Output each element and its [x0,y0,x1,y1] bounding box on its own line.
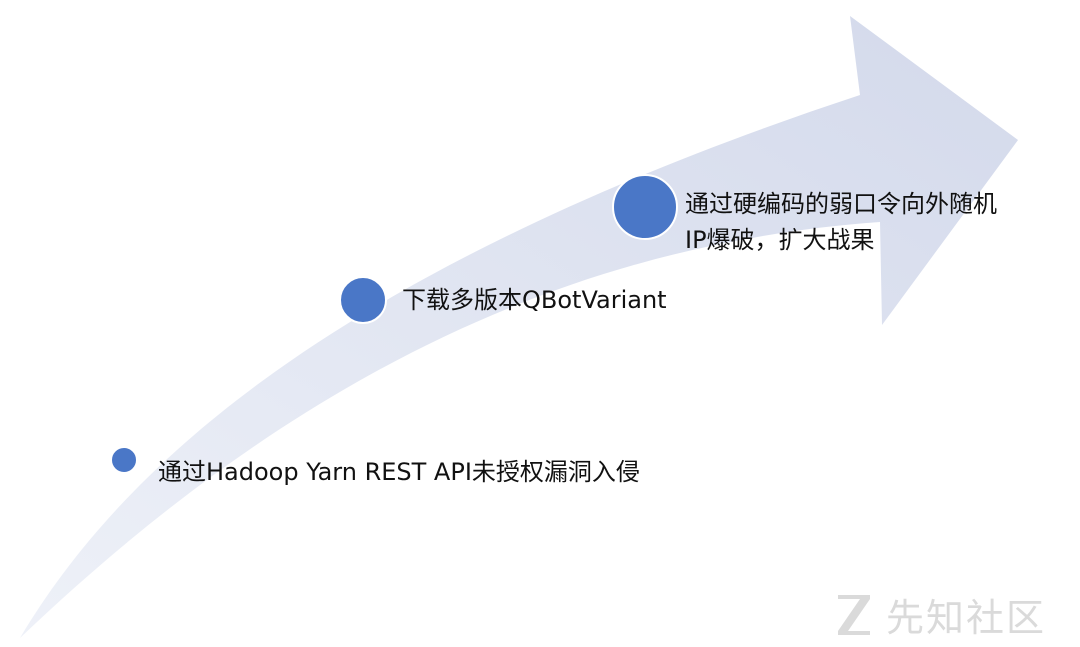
watermark-text: 先知社区 [886,595,1047,640]
step-dot-1 [110,446,138,474]
step-label-3-line-1: 通过硬编码的弱口令向外随机 [685,190,997,218]
watermark-logo-icon [838,595,870,635]
step-dot-2 [339,276,387,324]
arrow-diagram [20,16,1018,638]
step-label-1-text: 通过Hadoop Yarn REST API未授权漏洞入侵 [158,458,640,486]
step-label-3-line-2: IP爆破，扩大战果 [685,226,875,254]
step-dot-3 [612,174,678,240]
step-label-1: 通过Hadoop Yarn REST API未授权漏洞入侵 [158,454,640,490]
step-label-3: 通过硬编码的弱口令向外随机 IP爆破，扩大战果 [685,186,997,258]
watermark: 先知社区 [830,588,1046,640]
step-label-2-text: 下载多版本QBotVariant [402,286,667,314]
step-label-2: 下载多版本QBotVariant [402,282,667,318]
curved-arrow [20,16,1018,638]
